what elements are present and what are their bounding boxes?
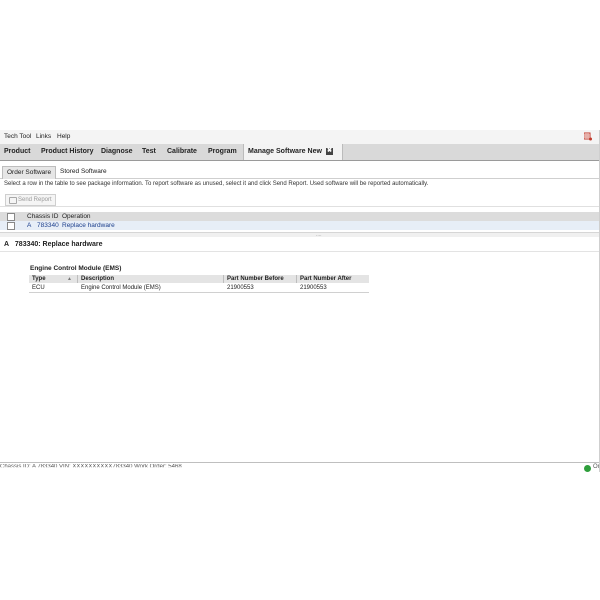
tab-diagnose[interactable]: Diagnose <box>101 144 133 160</box>
col-chassis-id[interactable]: Chassis ID <box>27 213 58 220</box>
connection-status-icon <box>584 465 591 472</box>
row-operation: Replace hardware <box>62 222 115 229</box>
col-operation[interactable]: Operation <box>62 213 91 220</box>
toolbar: Send Report <box>0 193 600 207</box>
col-type[interactable]: Type <box>32 275 46 283</box>
cell-type: ECU <box>32 285 45 291</box>
tab-product[interactable]: Product <box>4 144 30 160</box>
status-text: Chassis ID: A 783340 VIN: XXXXXXXXXX7833… <box>0 464 182 470</box>
column-separator <box>77 275 78 283</box>
main-tab-bar: Product Product History Diagnose Test Ca… <box>0 144 600 161</box>
module-title: Engine Control Module (EMS) <box>30 265 122 272</box>
column-separator <box>296 275 297 283</box>
detail-prefix: A <box>4 241 10 248</box>
menu-help[interactable]: Help <box>57 133 70 140</box>
detail-title: A 783340: Replace hardware <box>4 241 102 248</box>
send-report-button[interactable]: Send Report <box>5 194 56 206</box>
divider <box>0 251 600 252</box>
sub-tab-bar: Order Software Stored Software <box>0 166 600 179</box>
tech-tool-window: Tech Tool Links Help Product Product His… <box>0 130 600 473</box>
subtab-order-software[interactable]: Order Software <box>2 166 57 179</box>
cell-part-number-before: 21900553 <box>227 285 254 291</box>
col-description[interactable]: Description <box>81 275 114 283</box>
row-prefix: A <box>27 222 32 229</box>
table-row[interactable]: ECU Engine Control Module (EMS) 21900553… <box>29 284 369 293</box>
menu-bar: Tech Tool Links Help <box>0 130 600 144</box>
row-checkbox[interactable] <box>7 222 15 230</box>
close-tab-icon[interactable]: ✖ <box>326 148 333 155</box>
column-separator <box>223 275 224 283</box>
tab-product-history[interactable]: Product History <box>41 144 94 160</box>
instructions-text: Select a row in the table to see package… <box>4 181 429 187</box>
splitter-grip: .... <box>316 232 322 238</box>
menu-links[interactable]: Links <box>36 133 51 140</box>
tab-program[interactable]: Program <box>208 144 237 160</box>
cell-part-number-after: 21900553 <box>300 285 327 291</box>
grid-header: Chassis ID Operation <box>0 212 600 221</box>
cell-description: Engine Control Module (EMS) <box>81 285 161 291</box>
tab-manage-software-new-label: Manage Software New <box>248 148 322 155</box>
notification-icon[interactable] <box>584 132 592 141</box>
module-table-header: Type ▲ Description Part Number Before Pa… <box>29 275 369 283</box>
menu-tech-tool[interactable]: Tech Tool <box>4 133 31 140</box>
tab-manage-software-new[interactable]: Manage Software New ✖ <box>243 144 343 160</box>
table-row[interactable]: A 783340 Replace hardware <box>0 221 600 230</box>
tab-test[interactable]: Test <box>142 144 156 160</box>
send-report-icon <box>9 197 17 204</box>
col-part-number-after[interactable]: Part Number After <box>300 275 351 283</box>
tab-calibrate[interactable]: Calibrate <box>167 144 197 160</box>
detail-title-text: 783340: Replace hardware <box>14 241 103 248</box>
pane-splitter[interactable]: .... <box>0 232 600 238</box>
status-bar: Chassis ID: A 783340 VIN: XXXXXXXXXX7833… <box>0 462 600 473</box>
select-all-checkbox[interactable] <box>7 213 15 221</box>
row-chassis-id: 783340 <box>37 222 59 229</box>
subtab-stored-software[interactable]: Stored Software <box>56 166 111 178</box>
send-report-label: Send Report <box>18 197 52 203</box>
sort-ascending-icon[interactable]: ▲ <box>67 276 72 282</box>
col-part-number-before[interactable]: Part Number Before <box>227 275 284 283</box>
